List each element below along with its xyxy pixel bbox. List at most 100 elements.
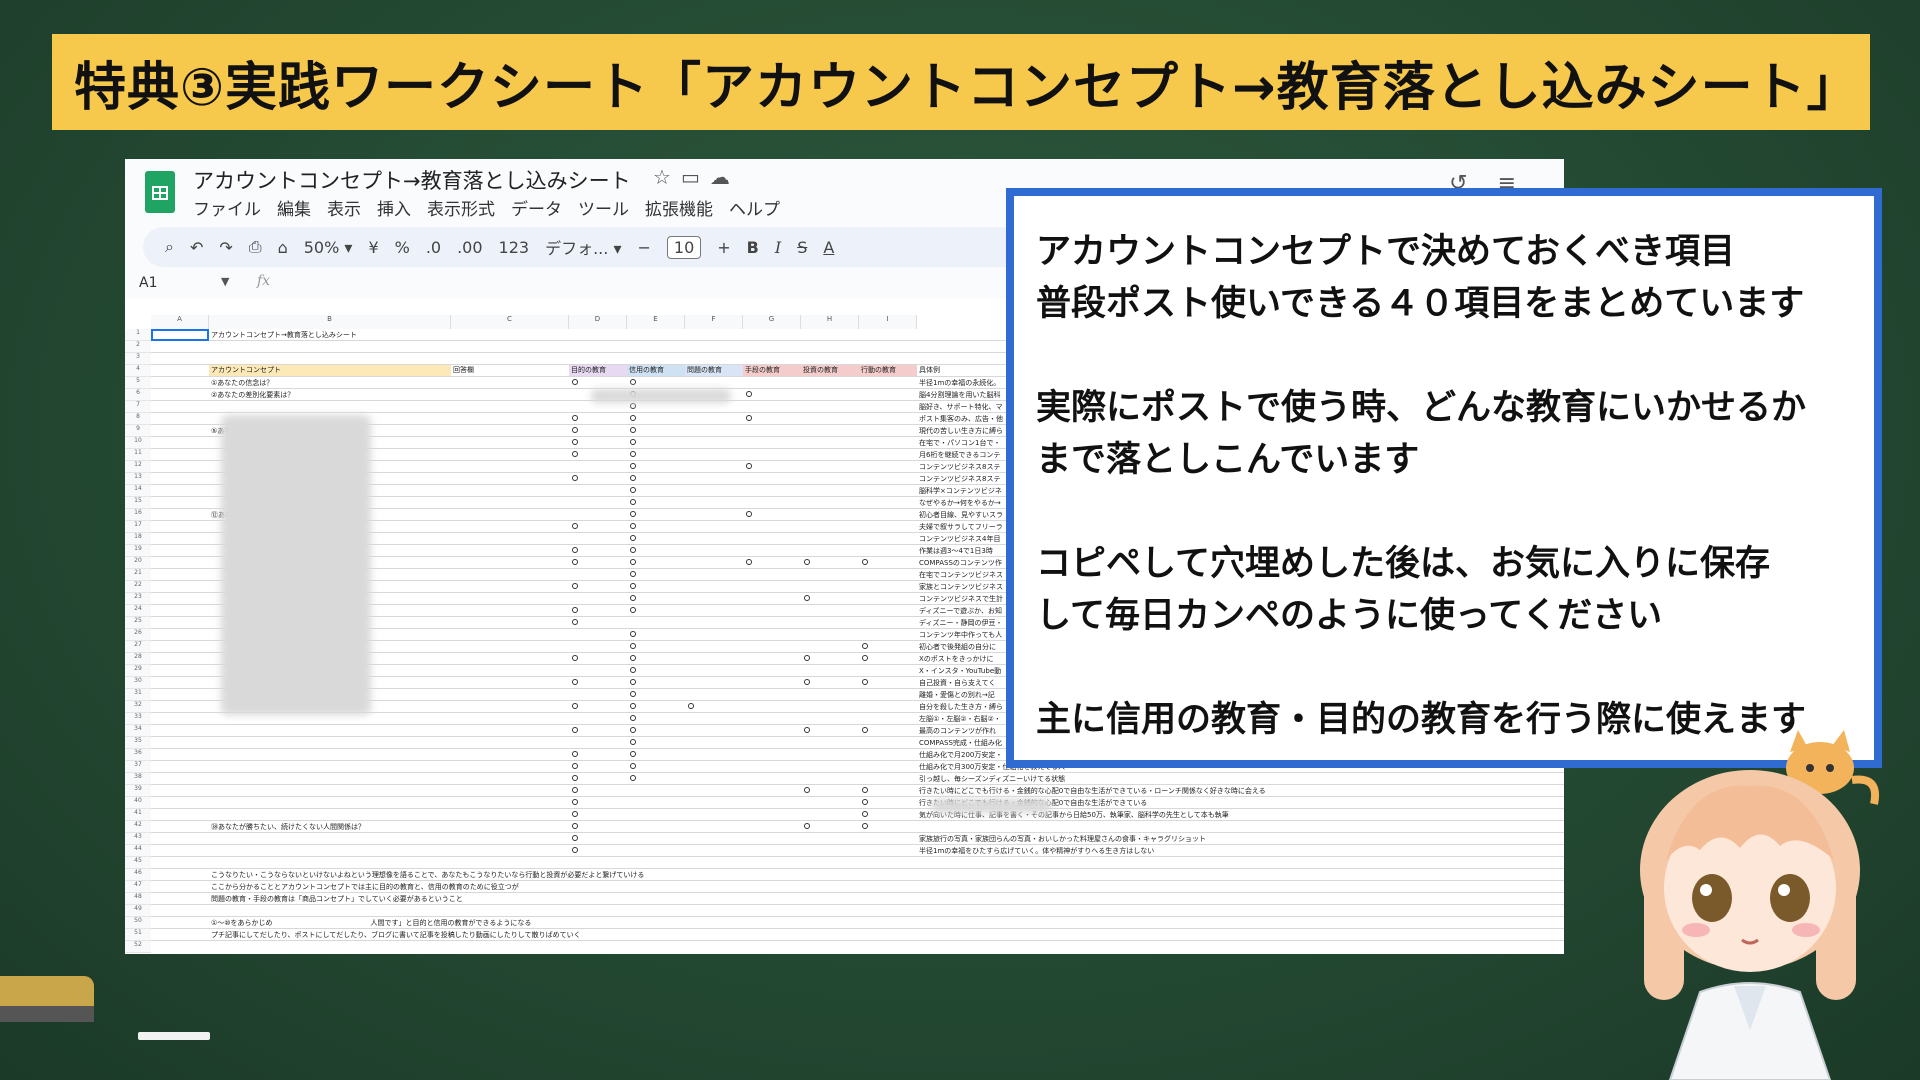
note-line[interactable]: こうなりたい・こうならないといけないよねという理想像を語ることで、あなたもこうな… <box>211 870 644 880</box>
example-cell[interactable]: コンテンツビジネス8ステ <box>919 462 1000 472</box>
example-cell[interactable]: Xのポストをきっかけに <box>919 654 994 664</box>
table-row[interactable]: 気が向いた時に仕事、記事を書く・その記事から日給50万、執筆家、脳科学の先生とし… <box>151 809 1564 821</box>
star-icon[interactable]: ☆ <box>653 165 681 189</box>
table-row[interactable]: こうなりたい・こうならないといけないよねという理想像を語ることで、あなたもこうな… <box>151 869 1564 881</box>
example-cell[interactable]: 夫婦で叙サラしてフリーラ <box>919 522 1003 532</box>
row-number[interactable]: 13 <box>125 473 151 485</box>
row-number[interactable]: 51 <box>125 929 151 941</box>
example-cell[interactable]: 引っ越し、毎シーズンディズニーいけてる状態 <box>919 774 1065 784</box>
row-number[interactable]: 2 <box>125 341 151 353</box>
header-invest[interactable]: 投資の教育 <box>801 365 859 376</box>
menu-file[interactable]: ファイル <box>193 195 261 220</box>
note-line[interactable]: ここから分かることとアカウントコンセプトでは主に目的の教育と、信用の教育のために… <box>211 882 519 892</box>
row-number[interactable]: 36 <box>125 749 151 761</box>
example-cell[interactable]: 半径1mの幸福の永続化。 <box>919 378 1000 388</box>
currency-button[interactable]: ¥ <box>368 238 378 257</box>
example-cell[interactable]: COMPASSのコンテンツ作 <box>919 558 1002 568</box>
row-number[interactable]: 35 <box>125 737 151 749</box>
example-cell[interactable]: 脳4分割理論を用いた脳科 <box>919 390 1000 400</box>
column-header-i[interactable]: I <box>859 315 917 329</box>
header-problem[interactable]: 問題の教育 <box>685 365 743 376</box>
note-line[interactable]: 問題の教育・手段の教育は「商品コンセプト」でしていく必要があるということ <box>211 894 463 904</box>
example-cell[interactable]: コンテンツビジネス4年目 <box>919 534 1000 544</box>
column-header-f[interactable]: F <box>685 315 743 329</box>
example-cell[interactable]: コンテンツ年中作っても人 <box>919 630 1002 640</box>
example-cell[interactable]: 行きたい時にどこでも行ける・金銭的な心配0で自由な生活ができている・ローンチ関係… <box>919 786 1266 796</box>
row-number[interactable]: 41 <box>125 809 151 821</box>
header-action[interactable]: 行動の教育 <box>859 365 917 376</box>
paint-format-icon[interactable]: ⌂ <box>278 238 288 257</box>
row-number[interactable]: 7 <box>125 401 151 413</box>
name-box[interactable]: A1 <box>139 275 157 291</box>
column-header-c[interactable]: C <box>451 315 569 329</box>
row-number[interactable]: 5 <box>125 377 151 389</box>
row-number[interactable]: 44 <box>125 845 151 857</box>
row-number[interactable]: 10 <box>125 437 151 449</box>
example-cell[interactable]: なぜやるか→何をやるか→ <box>919 498 1001 508</box>
row-number[interactable]: 25 <box>125 617 151 629</box>
table-row[interactable]: ①〜⑩をあらかじめ 人間です」と目的と信用の教育ができるようになる <box>151 917 1564 929</box>
row-number[interactable]: 24 <box>125 605 151 617</box>
example-cell[interactable]: コンテンツビジネス8ステ <box>919 474 1000 484</box>
row-number[interactable]: 32 <box>125 701 151 713</box>
row-number[interactable]: 19 <box>125 545 151 557</box>
column-header-b[interactable]: B <box>209 315 451 329</box>
example-cell[interactable]: X・インスタ・YouTube動 <box>919 666 1001 676</box>
menu-tools[interactable]: ツール <box>578 195 629 220</box>
table-row[interactable] <box>151 905 1564 917</box>
italic-button[interactable]: I <box>775 238 781 257</box>
example-cell[interactable]: 最高のコンテンツが作れ <box>919 726 996 736</box>
column-header-g[interactable]: G <box>743 315 801 329</box>
row-number[interactable]: 37 <box>125 761 151 773</box>
row-number[interactable]: 22 <box>125 581 151 593</box>
table-row[interactable]: 家族旅行の写真・家族団らんの写真・おいしかった料理屋さんの食事・キャラグリショッ… <box>151 833 1564 845</box>
header-trust[interactable]: 信用の教育 <box>627 365 685 376</box>
row-number[interactable]: 16 <box>125 509 151 521</box>
chevron-down-icon[interactable]: ▼ <box>221 275 229 288</box>
row-number[interactable]: 48 <box>125 893 151 905</box>
selected-cell-a1[interactable] <box>151 329 209 341</box>
row-number[interactable]: 29 <box>125 665 151 677</box>
row-number[interactable]: 11 <box>125 449 151 461</box>
folder-move-icon[interactable]: ▭ <box>681 165 710 189</box>
print-icon[interactable]: ⎙ <box>249 237 262 257</box>
menu-data[interactable]: データ <box>511 195 562 220</box>
row-number[interactable]: 43 <box>125 833 151 845</box>
table-row[interactable] <box>151 857 1564 869</box>
example-cell[interactable]: 在宅で・パソコン1台で・ <box>919 438 1000 448</box>
example-cell[interactable]: 自己投資・自ら支えてく <box>919 678 995 688</box>
example-cell[interactable]: 仕組み化で月200万安定・ <box>919 750 1002 760</box>
row-number[interactable]: 40 <box>125 797 151 809</box>
example-cell[interactable]: 在宅でコンテンツビジネス <box>919 570 1003 580</box>
search-icon[interactable]: ⌕ <box>165 237 174 257</box>
example-cell[interactable]: 離婚・愛傷との別れ→記 <box>919 690 995 700</box>
row-number[interactable]: 6 <box>125 389 151 401</box>
row-number[interactable]: 18 <box>125 533 151 545</box>
row-number[interactable]: 15 <box>125 497 151 509</box>
column-header-a[interactable]: A <box>151 315 209 329</box>
redo-icon[interactable]: ↷ <box>219 238 232 257</box>
row-number[interactable]: 9 <box>125 425 151 437</box>
header-concept[interactable]: アカウントコンセプト <box>209 365 451 376</box>
row-number[interactable]: 46 <box>125 869 151 881</box>
row-number[interactable]: 20 <box>125 557 151 569</box>
row-number[interactable]: 33 <box>125 713 151 725</box>
row-number[interactable]: 17 <box>125 521 151 533</box>
question-cell[interactable]: ㊳あなたが勝ちたい、続けたくない人間関係は？ <box>211 822 365 832</box>
text-color-button[interactable]: A <box>823 238 834 257</box>
example-cell[interactable]: 家族旅行の写真・家族団らんの写真・おいしかった料理屋さんの食事・キャラグリショッ… <box>919 834 1206 844</box>
percent-button[interactable]: % <box>395 238 410 257</box>
header-means[interactable]: 手段の教育 <box>743 365 801 376</box>
table-row[interactable]: ㊳あなたが勝ちたい、続けたくない人間関係は？ <box>151 821 1564 833</box>
example-cell[interactable]: COMPASS完成・仕組み化 <box>919 738 1002 748</box>
row-number[interactable]: 3 <box>125 353 151 365</box>
question-cell[interactable]: ②あなたの差別化要素は？ <box>211 390 294 400</box>
note-line[interactable]: ①〜⑩をあらかじめ 人間です」と目的と信用の教育ができるようになる <box>211 918 531 928</box>
row-number[interactable]: 21 <box>125 569 151 581</box>
cloud-icon[interactable]: ☁ <box>710 165 740 189</box>
example-cell[interactable]: 現代の苦しい生き方に縛ら <box>919 426 1003 436</box>
zoom-select[interactable]: 50% ▾ <box>304 238 353 257</box>
example-cell[interactable]: 脳科学×コンテンツビジネ <box>919 486 1002 496</box>
row-number[interactable]: 42 <box>125 821 151 833</box>
row-number[interactable]: 8 <box>125 413 151 425</box>
